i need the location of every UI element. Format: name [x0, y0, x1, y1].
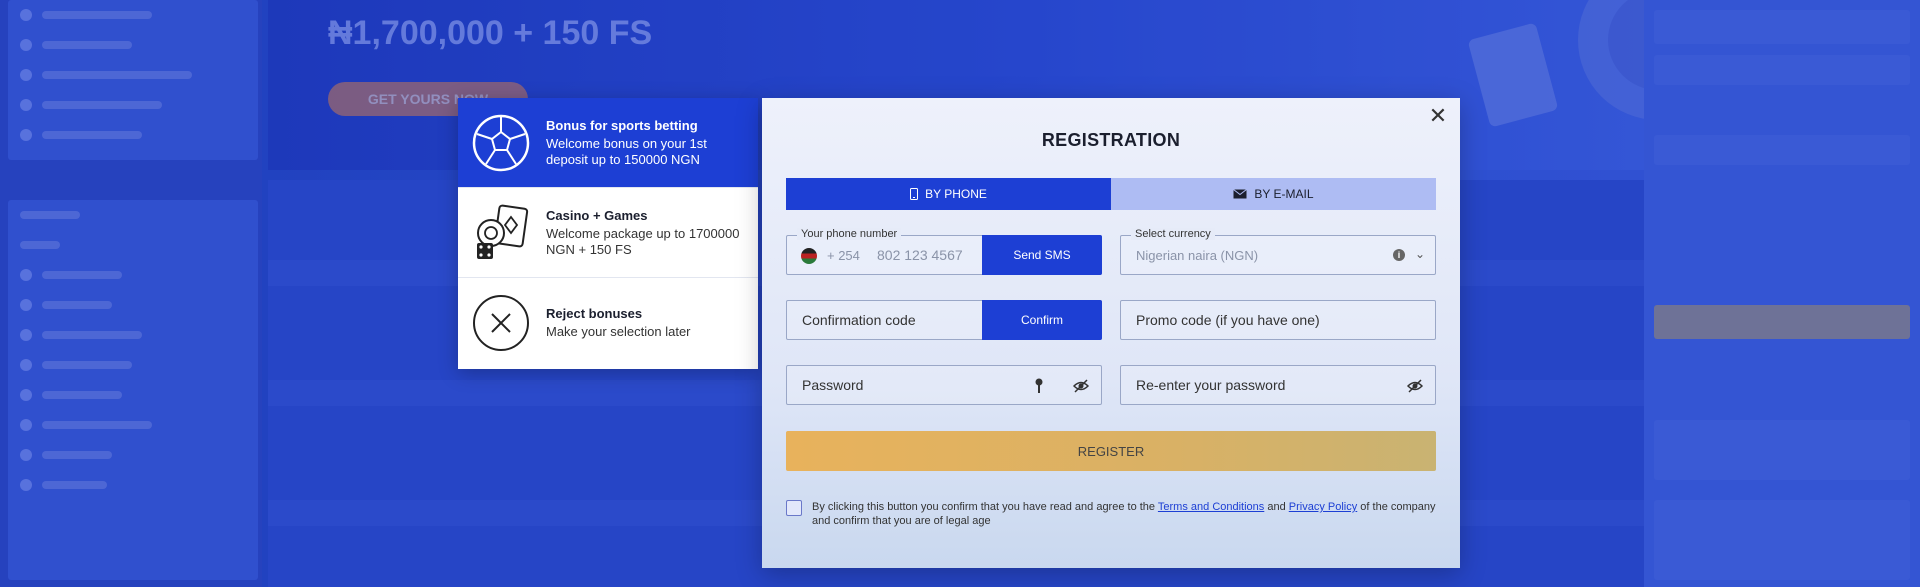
password-input[interactable] — [802, 366, 1022, 404]
bonus-option-reject[interactable]: Reject bonuses Make your selection later — [458, 278, 758, 368]
tab-by-email[interactable]: BY E-MAIL — [1111, 178, 1436, 210]
terms-link[interactable]: Terms and Conditions — [1158, 501, 1264, 513]
tab-label: BY PHONE — [925, 187, 987, 201]
phone-icon — [910, 188, 919, 200]
bonus-description: Welcome package up to 1700000 NGN + 150 … — [546, 225, 740, 257]
bonus-description: Make your selection later — [546, 324, 691, 339]
currency-value: Nigerian naira (NGN) — [1136, 248, 1259, 263]
send-sms-button[interactable]: Send SMS — [982, 235, 1102, 275]
phone-field[interactable]: Your phone number + 254 Send SMS — [786, 228, 1102, 275]
confirmation-code-input[interactable] — [802, 301, 972, 339]
confirm-button[interactable]: Confirm — [982, 300, 1102, 340]
key-icon[interactable] — [1033, 378, 1045, 394]
bonus-selection-panel: Bonus for sports betting Welcome bonus o… — [458, 98, 758, 369]
close-icon[interactable]: ✕ — [1428, 105, 1448, 127]
envelope-icon — [1233, 189, 1248, 199]
confirmation-code-field[interactable]: Confirm — [786, 300, 1102, 340]
password-field[interactable] — [786, 365, 1102, 405]
modal-title: REGISTRATION — [1041, 130, 1181, 150]
repassword-field[interactable] — [1120, 365, 1436, 405]
close-circle-icon — [470, 292, 532, 354]
consent-text: By clicking this button you confirm that… — [812, 500, 1436, 528]
repassword-input[interactable] — [1136, 366, 1396, 404]
consent-prefix: By clicking this button you confirm that… — [812, 501, 1158, 513]
consent-and: and — [1264, 501, 1289, 513]
bonus-option-sports[interactable]: Bonus for sports betting Welcome bonus o… — [458, 98, 758, 188]
registration-tabs: BY PHONE BY E-MAIL — [786, 178, 1436, 210]
register-button[interactable]: REGISTER — [786, 431, 1436, 471]
registration-modal: ✕ REGISTRATION BY PHONE BY E-MAIL Your p… — [762, 98, 1460, 568]
consent-checkbox[interactable] — [786, 500, 802, 516]
phone-prefix: + 254 — [827, 248, 860, 263]
eye-off-icon[interactable] — [1073, 378, 1089, 394]
bonus-option-casino[interactable]: Casino + Games Welcome package up to 170… — [458, 188, 758, 278]
consent-row: By clicking this button you confirm that… — [786, 500, 1436, 528]
info-icon[interactable]: i — [1393, 249, 1405, 261]
currency-label: Select currency — [1131, 228, 1215, 240]
privacy-link[interactable]: Privacy Policy — [1289, 501, 1357, 513]
currency-select[interactable]: Select currency Nigerian naira (NGN) i ⌄ — [1120, 228, 1436, 275]
bonus-title: Reject bonuses — [546, 306, 643, 321]
chevron-down-icon: ⌄ — [1414, 247, 1425, 261]
tab-by-phone[interactable]: BY PHONE — [786, 178, 1111, 210]
bonus-title: Casino + Games — [546, 207, 648, 223]
casino-chips-icon — [470, 202, 532, 264]
bonus-title: Bonus for sports betting — [546, 117, 698, 133]
phone-input[interactable] — [877, 236, 987, 274]
country-flag-icon[interactable] — [801, 248, 817, 264]
soccer-ball-icon — [470, 112, 532, 174]
bonus-description: Welcome bonus on your 1st deposit up to … — [546, 135, 707, 167]
eye-off-icon[interactable] — [1407, 378, 1423, 394]
promo-code-input[interactable] — [1136, 301, 1426, 339]
promo-code-field[interactable] — [1120, 300, 1436, 340]
tab-label: BY E-MAIL — [1254, 187, 1314, 201]
